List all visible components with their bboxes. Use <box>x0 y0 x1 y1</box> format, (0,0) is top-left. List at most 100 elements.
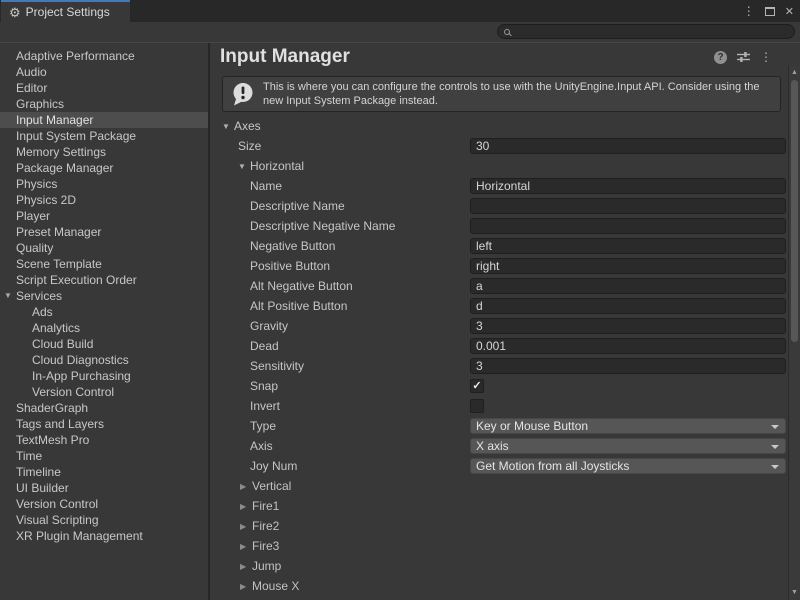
sidebar-item-ui-builder[interactable]: UI Builder <box>0 480 208 496</box>
sidebar-item-input-manager[interactable]: Input Manager <box>0 112 208 128</box>
sidebar-item-editor[interactable]: Editor <box>0 80 208 96</box>
foldout-closed-icon: ▶ <box>240 502 252 511</box>
sidebar-item-version-control[interactable]: Version Control <box>0 496 208 512</box>
descriptive-name-field[interactable] <box>470 198 786 214</box>
property-label: Descriptive Name <box>212 199 470 213</box>
property-row-dead: Dead <box>212 336 786 356</box>
gear-icon: ⚙ <box>9 6 21 19</box>
snap-checkbox[interactable]: ✓ <box>470 379 484 393</box>
sidebar-item-graphics[interactable]: Graphics <box>0 96 208 112</box>
property-label: Sensitivity <box>212 359 470 373</box>
foldout-horizontal[interactable]: ▼Horizontal <box>212 156 786 176</box>
sidebar-item-input-system-package[interactable]: Input System Package <box>0 128 208 144</box>
descriptive-negative-name-field[interactable] <box>470 218 786 234</box>
dropdown-value: X axis <box>476 439 509 453</box>
foldout-label: Axes <box>234 119 261 133</box>
check-icon: ✓ <box>472 381 481 392</box>
sidebar-item-cloud-build[interactable]: Cloud Build <box>0 336 208 352</box>
preset-icon[interactable] <box>737 51 750 63</box>
tab-project-settings[interactable]: ⚙ Project Settings <box>1 0 130 22</box>
property-row-axis: Axis X axis <box>212 436 786 456</box>
sidebar-item-in-app-purchasing[interactable]: In-App Purchasing <box>0 368 208 384</box>
window-menu-icon[interactable]: ⋮ <box>743 4 755 18</box>
sidebar-item-visual-scripting[interactable]: Visual Scripting <box>0 512 208 528</box>
sidebar-item-physics-2d[interactable]: Physics 2D <box>0 192 208 208</box>
scroll-up-icon[interactable]: ▲ <box>789 68 800 78</box>
sidebar-item-textmesh-pro[interactable]: TextMesh Pro <box>0 432 208 448</box>
foldout-fire2[interactable]: ▶Fire2 <box>212 516 786 536</box>
property-label: Name <box>212 179 470 193</box>
sidebar-item-tags-and-layers[interactable]: Tags and Layers <box>0 416 208 432</box>
property-row-positive-button: Positive Button <box>212 256 786 276</box>
foldout-axes[interactable]: ▼Axes <box>212 116 786 136</box>
sidebar-item-timeline[interactable]: Timeline <box>0 464 208 480</box>
alt-positive-button-field[interactable] <box>470 298 786 314</box>
sidebar-item-script-execution-order[interactable]: Script Execution Order <box>0 272 208 288</box>
help-icon[interactable]: ? <box>714 51 727 64</box>
vertical-scrollbar[interactable]: ▲ ▼ <box>788 66 800 600</box>
search-input[interactable] <box>514 26 788 38</box>
sensitivity-field[interactable] <box>470 358 786 374</box>
foldout-label: Fire3 <box>252 539 279 553</box>
sidebar-item-preset-manager[interactable]: Preset Manager <box>0 224 208 240</box>
sidebar-item-xr-plugin-management[interactable]: XR Plugin Management <box>0 528 208 544</box>
size-field[interactable] <box>470 138 786 154</box>
sidebar-item-audio[interactable]: Audio <box>0 64 208 80</box>
foldout-fire3[interactable]: ▶Fire3 <box>212 536 786 556</box>
tab-title: Project Settings <box>26 5 110 19</box>
foldout-open-icon: ▼ <box>238 162 250 171</box>
sidebar-item-memory-settings[interactable]: Memory Settings <box>0 144 208 160</box>
property-label: Axis <box>212 439 470 453</box>
foldout-label: Fire1 <box>252 499 279 513</box>
foldout-jump[interactable]: ▶Jump <box>212 556 786 576</box>
sidebar-item-version-control-service[interactable]: Version Control <box>0 384 208 400</box>
search-box[interactable] <box>497 24 795 39</box>
type-dropdown[interactable]: Key or Mouse Button <box>470 418 786 434</box>
foldout-vertical[interactable]: ▶Vertical <box>212 476 786 496</box>
property-row-descriptive-name: Descriptive Name <box>212 196 786 216</box>
foldout-closed-icon: ▶ <box>240 522 252 531</box>
sidebar-item-player[interactable]: Player <box>0 208 208 224</box>
close-icon[interactable]: ✕ <box>785 5 794 18</box>
foldout-label: Horizontal <box>250 159 304 173</box>
sidebar-item-quality[interactable]: Quality <box>0 240 208 256</box>
scrollbar-thumb[interactable] <box>791 80 798 342</box>
page-title: Input Manager <box>220 46 350 68</box>
invert-checkbox[interactable] <box>470 399 484 413</box>
foldout-mouse-x[interactable]: ▶Mouse X <box>212 576 786 596</box>
property-row-type: Type Key or Mouse Button <box>212 416 786 436</box>
foldout-label: Fire2 <box>252 519 279 533</box>
scroll-down-icon[interactable]: ▼ <box>789 588 800 598</box>
property-label: Size <box>212 139 470 153</box>
sidebar-item-adaptive-performance[interactable]: Adaptive Performance <box>0 48 208 64</box>
chevron-down-icon <box>771 425 779 429</box>
sidebar-item-time[interactable]: Time <box>0 448 208 464</box>
sidebar-item-physics[interactable]: Physics <box>0 176 208 192</box>
property-label: Alt Positive Button <box>212 299 470 313</box>
positive-button-field[interactable] <box>470 258 786 274</box>
gravity-field[interactable] <box>470 318 786 334</box>
sidebar-item-scene-template[interactable]: Scene Template <box>0 256 208 272</box>
alt-negative-button-field[interactable] <box>470 278 786 294</box>
sidebar-item-ads[interactable]: Ads <box>0 304 208 320</box>
foldout-open-icon: ▼ <box>222 122 234 131</box>
joy-num-dropdown[interactable]: Get Motion from all Joysticks <box>470 458 786 474</box>
property-row-alt-positive-button: Alt Positive Button <box>212 296 786 316</box>
axis-dropdown[interactable]: X axis <box>470 438 786 454</box>
name-field[interactable] <box>470 178 786 194</box>
maximize-icon[interactable] <box>765 7 775 16</box>
sidebar-item-cloud-diagnostics[interactable]: Cloud Diagnostics <box>0 352 208 368</box>
foldout-fire1[interactable]: ▶Fire1 <box>212 496 786 516</box>
sidebar-item-shadergraph[interactable]: ShaderGraph <box>0 400 208 416</box>
property-row-snap: Snap ✓ <box>212 376 786 396</box>
context-menu-icon[interactable]: ⋮ <box>760 50 772 64</box>
property-row-invert: Invert <box>212 396 786 416</box>
toolbar <box>0 22 800 43</box>
sidebar-item-analytics[interactable]: Analytics <box>0 320 208 336</box>
property-label: Type <box>212 419 470 433</box>
dead-field[interactable] <box>470 338 786 354</box>
search-icon <box>504 29 510 35</box>
negative-button-field[interactable] <box>470 238 786 254</box>
sidebar-item-package-manager[interactable]: Package Manager <box>0 160 208 176</box>
sidebar-item-services[interactable]: ▼ Services <box>0 288 208 304</box>
